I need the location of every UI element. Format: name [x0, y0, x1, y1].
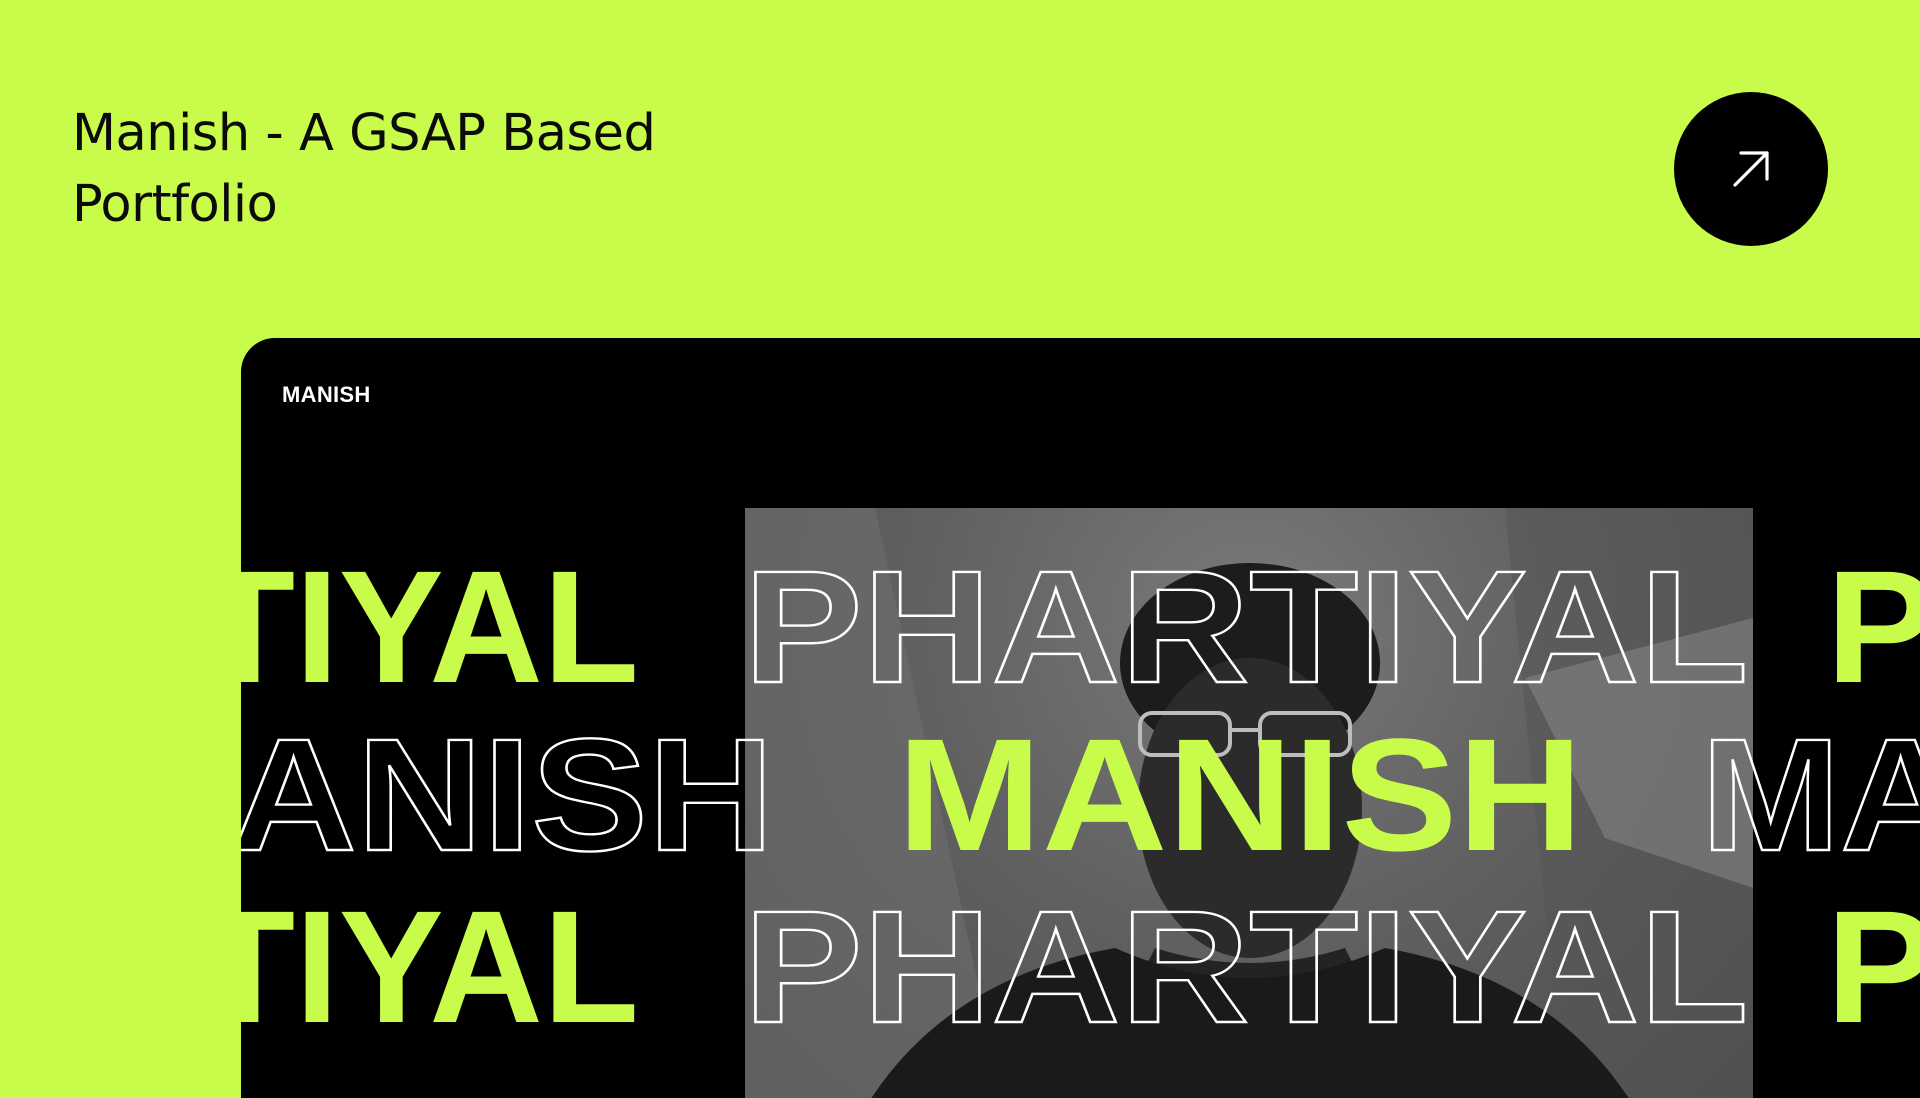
name-marquee: TIYAL PHARTIYAL P IANISH MANISH MA TIYAL…: [241, 338, 1920, 1098]
marquee-row-1-segment-2: PHARTIYAL: [744, 537, 1749, 716]
marquee-row-1-segment-1: TIYAL: [241, 537, 639, 716]
marquee-row-3-segment-1: TIYAL: [241, 877, 639, 1056]
open-project-button[interactable]: [1674, 92, 1828, 246]
marquee-row-2-segment-2: MANISH: [897, 705, 1583, 884]
page-title-line-2: Portfolio: [72, 175, 278, 234]
marquee-row-2-segment-1: IANISH: [241, 705, 774, 884]
marquee-row-1-segment-3: P: [1826, 537, 1920, 716]
marquee-row-2-segment-3: MA: [1701, 705, 1920, 884]
page-title: Manish - A GSAP Based Portfolio: [72, 98, 712, 240]
page-title-line-1: Manish - A GSAP Based: [72, 104, 656, 163]
marquee-row-3-segment-3: P: [1826, 877, 1920, 1056]
website-preview: MANISH TIYAL PHARTIYAL P IANISH MANISH M…: [241, 338, 1920, 1098]
marquee-row-3-segment-2: PHARTIYAL: [744, 877, 1749, 1056]
arrow-up-right-icon: [1733, 151, 1769, 187]
